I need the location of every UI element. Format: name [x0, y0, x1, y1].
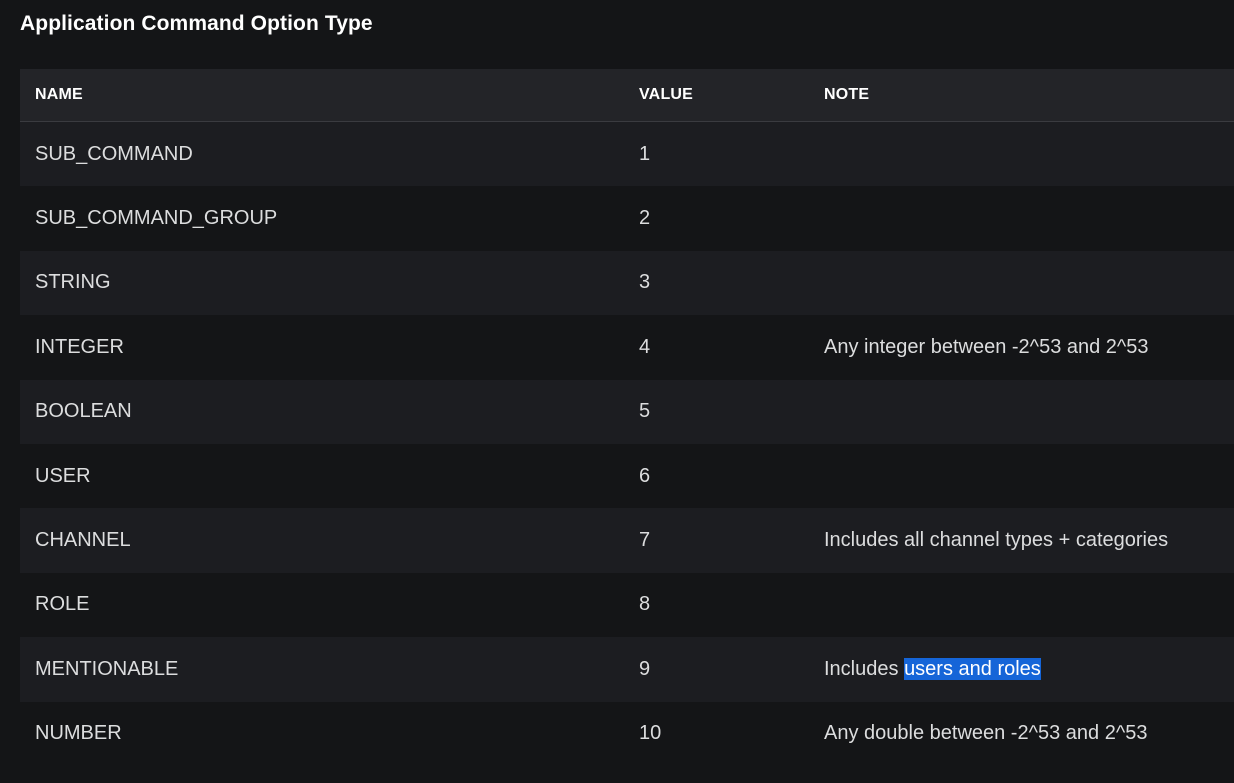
row-value: 9 [639, 657, 651, 680]
table-row: STRING 3 [20, 250, 1234, 316]
table-row: MENTIONABLE 9 Includes users and roles [20, 637, 1234, 702]
column-header-name: NAME [35, 86, 83, 103]
table-row: SUB_COMMAND 1 [20, 122, 1234, 187]
row-name: CHANNEL [35, 529, 131, 552]
row-value: 3 [639, 271, 651, 294]
section-heading: Application Command Option Type [20, 12, 373, 35]
row-note: Any integer between -2^53 and 2^53 [824, 335, 1149, 358]
row-value: 10 [639, 722, 662, 745]
row-name: ROLE [35, 593, 90, 616]
row-name: SUB_COMMAND [35, 142, 193, 165]
table-row: SUB_COMMAND_GROUP 2 [20, 186, 1234, 251]
row-name: STRING [35, 271, 111, 294]
column-header-note: NOTE [824, 86, 870, 103]
table-row: ROLE 8 [20, 572, 1234, 638]
table-row: CHANNEL 7 Includes all channel types + c… [20, 508, 1234, 573]
table-row: BOOLEAN 5 [20, 379, 1234, 444]
table-row: INTEGER 4 Any integer between -2^53 and … [20, 315, 1234, 380]
table-row: USER 6 [20, 443, 1234, 509]
row-note[interactable]: Includes users and roles [824, 657, 1041, 681]
page: Application Command Option Type NAME VAL… [0, 0, 1234, 783]
row-note: Any double between -2^53 and 2^53 [824, 722, 1148, 745]
row-value: 7 [639, 529, 651, 552]
row-value: 1 [639, 142, 651, 165]
row-value: 5 [639, 400, 651, 423]
row-name: INTEGER [35, 335, 124, 358]
row-name: USER [35, 464, 91, 487]
row-value: 8 [639, 593, 651, 616]
row-note: Includes all channel types + categories [824, 529, 1169, 552]
row-name: SUB_COMMAND_GROUP [35, 207, 278, 230]
row-name: BOOLEAN [35, 400, 132, 423]
table-header-row: NAME VALUE NOTE [20, 69, 1234, 122]
row-value: 2 [639, 207, 651, 230]
column-header-value: VALUE [639, 86, 694, 103]
table-row: NUMBER 10 Any double between -2^53 and 2… [20, 701, 1234, 766]
row-name: NUMBER [35, 722, 122, 745]
row-value: 6 [639, 464, 651, 487]
row-name: MENTIONABLE [35, 657, 179, 680]
option-type-table: NAME VALUE NOTE SUB_COMMAND 1 SUB_COMMAN… [20, 69, 1234, 766]
selected-text[interactable]: users and roles [904, 657, 1041, 680]
row-value: 4 [639, 335, 651, 358]
